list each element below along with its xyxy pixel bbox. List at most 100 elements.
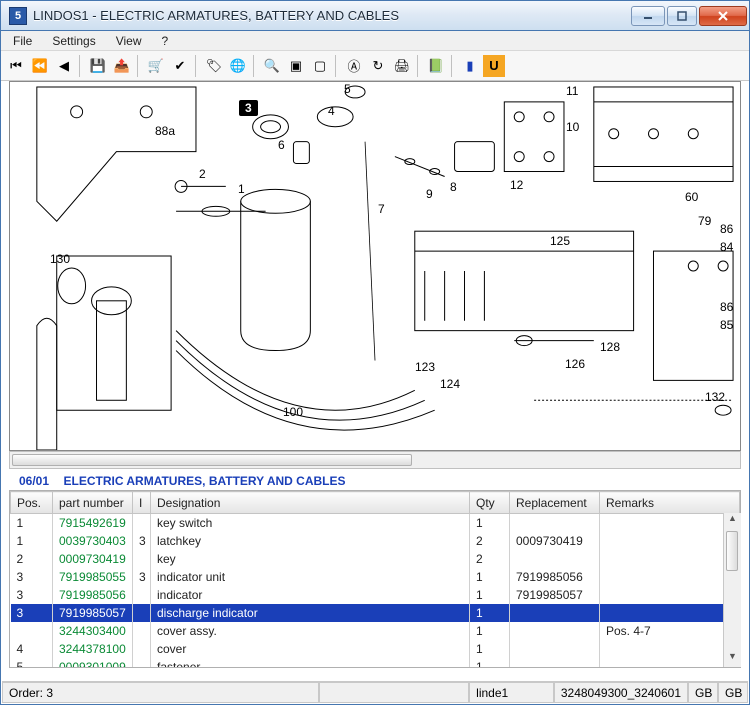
maximize-button[interactable] [667,6,697,26]
export-icon[interactable]: 📤 [111,55,133,77]
close-button[interactable] [699,6,747,26]
callout-1: 1 [238,182,245,196]
cell-pos: 3 [11,604,53,622]
cell-pn: 0039730403 [53,532,133,550]
callout-79: 79 [698,214,711,228]
menu-view[interactable]: View [108,32,150,50]
status-doc: 3248049300_3240601 [554,682,688,703]
menu-settings[interactable]: Settings [44,32,103,50]
table-row[interactable]: 100397304033latchkey20009730419 [11,532,740,550]
callout-100: 100 [283,405,303,419]
cell-i [133,622,151,640]
table-row[interactable]: 37919985056indicator17919985057 [11,586,740,604]
cell-pos: 2 [11,550,53,568]
callout-86: 86 [720,222,733,236]
cell-repl: 0009730419 [510,532,600,550]
cell-pn: 7919985056 [53,586,133,604]
cell-pn: 3244303400 [53,622,133,640]
app-icon: 5 [9,7,27,25]
anchor-icon[interactable]: Ⓐ [343,55,365,77]
print-icon[interactable]: 🖨 [391,55,413,77]
th-pos[interactable]: Pos. [11,492,53,514]
cell-repl [510,658,600,667]
callout-123: 123 [415,360,435,374]
th-rem[interactable]: Remarks [600,492,740,514]
table-row[interactable]: 20009730419key2 [11,550,740,568]
callout-60: 60 [685,190,698,204]
rewind-icon[interactable]: ⏪ [29,55,51,77]
first-icon[interactable]: ⏮ [5,55,27,77]
callout-6: 6 [278,138,285,152]
table-vscroll[interactable]: ▲▼ [723,513,741,667]
separator [451,55,455,77]
th-i[interactable]: I [133,492,151,514]
menu-help[interactable]: ? [154,32,177,50]
check-icon[interactable]: ✔ [169,55,191,77]
callout-126: 126 [565,357,585,371]
th-repl[interactable]: Replacement [510,492,600,514]
diagram-viewport[interactable]: 88a 3 4 5 6 2 1 130 7 8 9 10 11 12 60 79… [9,81,741,451]
th-qty[interactable]: Qty [470,492,510,514]
cell-i: 3 [133,532,151,550]
fit-icon[interactable]: ▣ [285,55,307,77]
cell-desig: key switch [151,514,470,533]
separator [335,55,339,77]
globe-icon[interactable]: 🌐 [227,55,249,77]
window-controls [629,6,747,26]
cell-pn: 3244378100 [53,640,133,658]
zoom-in-icon[interactable]: 🔍 [261,55,283,77]
th-pn[interactable]: part number [53,492,133,514]
table-row[interactable]: 17915492619key switch1 [11,514,740,533]
cell-i [133,604,151,622]
cell-qty: 1 [470,604,510,622]
section-name: ELECTRIC ARMATURES, BATTERY AND CABLES [63,474,345,488]
callout-9: 9 [426,187,433,201]
cell-pos: 3 [11,586,53,604]
window-title: LINDOS1 - ELECTRIC ARMATURES, BATTERY AN… [33,8,629,23]
prev-icon[interactable]: ◀ [53,55,75,77]
cell-repl [510,622,600,640]
menu-file[interactable]: File [5,32,40,50]
callout-132: 132 [705,390,725,404]
u-icon[interactable]: U [483,55,505,77]
table-row[interactable]: 37919985057discharge indicator1 [11,604,740,622]
cell-pn: 0009730419 [53,550,133,568]
status-lang2: GB [718,682,748,703]
cell-pn: 7919985057 [53,604,133,622]
table-row[interactable]: 3244303400cover assy.1Pos. 4-7 [11,622,740,640]
th-desig[interactable]: Designation [151,492,470,514]
statusbar: Order: 3 linde1 3248049300_3240601 GB GB [2,681,748,703]
minimize-button[interactable] [631,6,665,26]
cell-i [133,514,151,533]
page-icon[interactable]: ▢ [309,55,331,77]
cell-i [133,586,151,604]
diagram-hscroll[interactable] [9,451,741,469]
cell-desig: key [151,550,470,568]
tag-icon[interactable]: 🏷 [203,55,225,77]
callout-128: 128 [600,340,620,354]
book-icon[interactable]: 📗 [425,55,447,77]
table-row[interactable]: 379199850553indicator unit17919985056 [11,568,740,586]
callout-130: 130 [50,252,70,266]
cart-icon[interactable]: 🛒 [145,55,167,77]
cell-rem [600,514,740,533]
flag-icon[interactable]: ▮ [459,55,481,77]
save-icon[interactable]: 💾 [87,55,109,77]
callout-3[interactable]: 3 [239,100,258,116]
cell-desig: cover assy. [151,622,470,640]
cell-i [133,658,151,667]
cell-repl [510,514,600,533]
refresh-icon[interactable]: ↻ [367,55,389,77]
cell-qty: 1 [470,514,510,533]
callout-124: 124 [440,377,460,391]
callout-12: 12 [510,178,523,192]
menubar: File Settings View ? [1,31,749,51]
callout-5: 5 [344,82,351,96]
callout-2: 2 [199,167,206,181]
separator [417,55,421,77]
status-user: linde1 [469,682,554,703]
table-row[interactable]: 50009301009fastener1 [11,658,740,667]
cell-rem [600,640,740,658]
cell-pos: 3 [11,568,53,586]
table-row[interactable]: 43244378100cover1 [11,640,740,658]
